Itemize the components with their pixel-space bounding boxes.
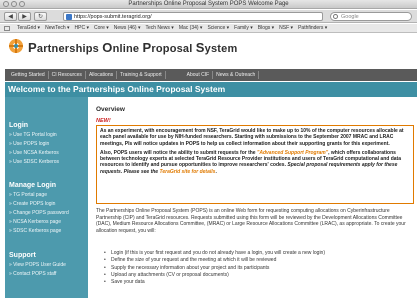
asp-link[interactable]: "Advanced Support Program"	[257, 150, 328, 156]
bookmark-item[interactable]: Core ▾	[94, 25, 109, 31]
bookmark-item[interactable]: Blogs ▾	[258, 25, 274, 31]
bookmark-item[interactable]: News (46) ▾	[114, 25, 141, 31]
sidebar-link-tg-portal-page[interactable]: » TG Portal page	[9, 192, 47, 198]
notice-paragraph-asp: Also, POPS users will notice the ability…	[100, 149, 401, 175]
forward-button[interactable]: ▶	[18, 12, 31, 21]
bookmark-item[interactable]: Family ▾	[234, 25, 253, 31]
address-bar[interactable]: https://pops-submit.teragrid.org/	[63, 12, 323, 21]
search-icon	[333, 14, 338, 19]
bookmark-item[interactable]: Tech News ▾	[145, 25, 173, 31]
steps-list: Login (if this is your first request and…	[104, 250, 414, 287]
new-label: NEW!	[96, 118, 111, 124]
sidebar: Login » Use TG Portal login » Use POPS l…	[5, 97, 88, 298]
sidebar-login-heading: Login	[9, 122, 29, 129]
bookmark-item[interactable]: NewTech ▾	[45, 25, 69, 31]
teragrid-details-link[interactable]: TeraGrid site for details	[159, 169, 215, 175]
notice-box: As an experiment, with encouragement fro…	[96, 125, 414, 204]
sidebar-link-sdsc-kerberos-page[interactable]: » SDSC Kerberos page	[9, 228, 61, 234]
bookmark-item[interactable]: Pathfinders ▾	[298, 25, 327, 31]
nav-about-cif[interactable]: About CIF	[184, 71, 214, 79]
site-title: Partnerships Online Proposal System	[28, 40, 238, 55]
sidebar-link-tg-portal-login[interactable]: » Use TG Portal login	[9, 132, 57, 138]
sidebar-support-heading: Support	[9, 252, 36, 259]
sidebar-link-create-pops-login[interactable]: » Create POPS login	[9, 201, 55, 207]
bookmark-item[interactable]: HPC ▾	[75, 25, 89, 31]
sidebar-link-ncsa-kerberos-page[interactable]: » NCSA Kerberos page	[9, 219, 61, 225]
list-item: Save your data	[104, 279, 414, 287]
site-favicon-icon	[66, 14, 72, 20]
bookmark-item[interactable]: NSF ▾	[279, 25, 293, 31]
sidebar-link-change-password[interactable]: » Change POPS password	[9, 210, 69, 216]
nav-ci-resources[interactable]: CI Resources	[49, 71, 86, 79]
nav-news-outreach[interactable]: News & Outreach	[213, 71, 260, 79]
teragrid-logo-icon[interactable]	[8, 38, 24, 54]
nav-getting-started[interactable]: Getting Started	[8, 71, 49, 79]
nav-training-support[interactable]: Training & Support	[117, 71, 166, 79]
list-item: Define the size of your request and the …	[104, 257, 414, 265]
bookmark-item[interactable]: Mac (34) ▾	[179, 25, 203, 31]
url-text: https://pops-submit.teragrid.org/	[74, 14, 152, 20]
bookmarks-bar: TeraGrid ▾ NewTech ▾ HPC ▾ Core ▾ News (…	[0, 24, 417, 33]
page-title: Welcome to the Partnerships Online Propo…	[5, 82, 417, 97]
search-placeholder: Google	[341, 14, 359, 20]
sidebar-link-pops-login[interactable]: » Use POPS login	[9, 141, 49, 147]
reload-button[interactable]: ↻	[34, 12, 47, 21]
back-button[interactable]: ◀	[4, 12, 17, 21]
sidebar-link-user-guide[interactable]: » View POPS User Guide	[9, 262, 66, 268]
window-title: Partnerships Online Proposal System POPS…	[128, 1, 289, 7]
notice-paragraph-nih: As an experiment, with encouragement fro…	[100, 128, 404, 147]
bookmark-item[interactable]: Science ▾	[207, 25, 229, 31]
list-item: Supply the necessary information about y…	[104, 265, 414, 273]
search-input[interactable]: Google	[330, 12, 412, 21]
list-item: Upload any attachments (CV or proposal d…	[104, 272, 414, 280]
window-titlebar: Partnerships Online Proposal System POPS…	[0, 0, 417, 9]
overview-heading: Overview	[96, 106, 125, 113]
sidebar-link-ncsa-kerberos[interactable]: » Use NCSA Kerberos	[9, 150, 59, 156]
browser-toolbar: ◀ ▶ ↻ https://pops-submit.teragrid.org/ …	[0, 10, 417, 23]
main-nav: Getting Started CI Resources Allocations…	[5, 69, 417, 81]
list-item: Login (if this is your first request and…	[104, 250, 414, 258]
bookmark-item[interactable]: TeraGrid ▾	[17, 25, 40, 31]
sidebar-link-contact-staff[interactable]: » Contact POPS staff	[9, 271, 56, 277]
bookmarks-icon[interactable]	[4, 25, 10, 31]
sidebar-manage-heading: Manage Login	[9, 182, 57, 189]
nav-allocations[interactable]: Allocations	[86, 71, 118, 79]
sidebar-link-sdsc-kerberos[interactable]: » Use SDSC Kerberos	[9, 159, 59, 165]
intro-paragraph: The Partnerships Online Proposal System …	[96, 208, 406, 234]
